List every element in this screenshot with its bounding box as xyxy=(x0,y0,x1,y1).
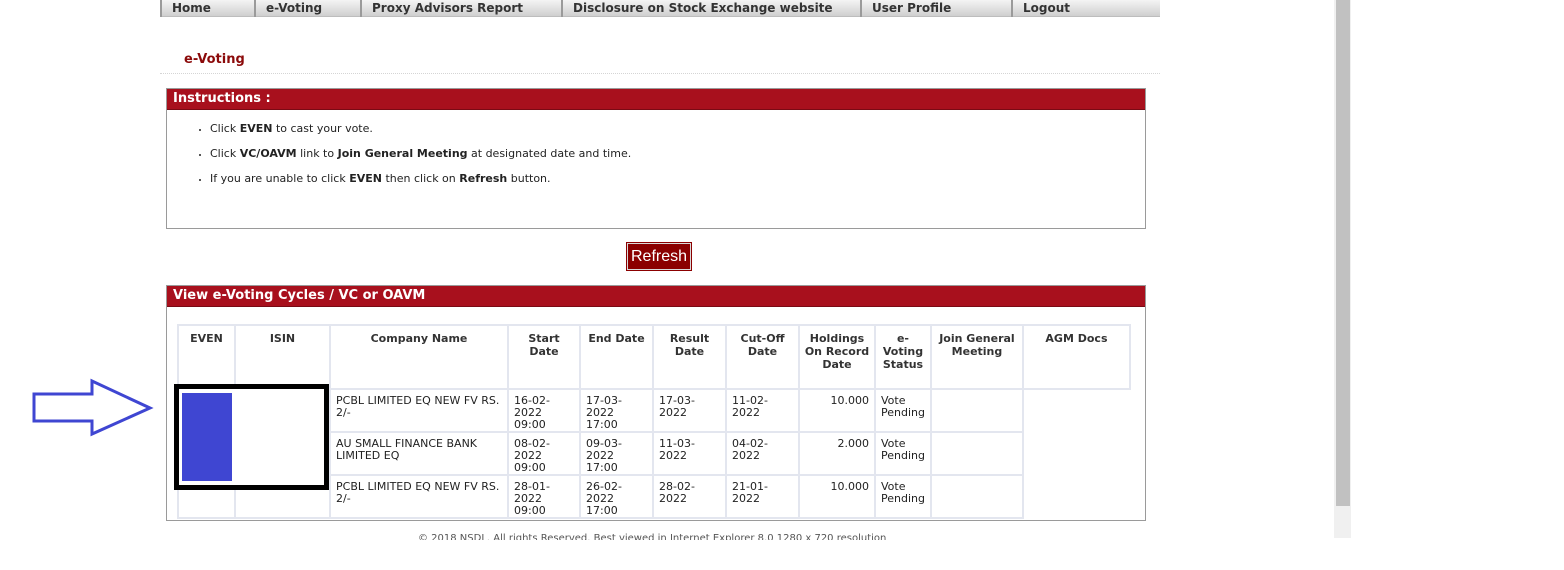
cutoff-date-cell: 04-02-2022 xyxy=(725,431,800,476)
scrollbar-thumb[interactable] xyxy=(1336,0,1350,506)
top-navigation: Home e-Voting Proxy Advisors Report Disc… xyxy=(160,0,1160,17)
col-header-agm-docs: AGM Docs xyxy=(1021,324,1131,390)
end-date-cell: 09-03-2022 17:00 xyxy=(579,431,654,476)
join-meeting-cell[interactable] xyxy=(929,474,1024,519)
result-date-cell: 17-03-2022 xyxy=(652,388,727,433)
col-header-isin: ISIN xyxy=(234,324,331,390)
cutoff-date-cell: 21-01-2022 xyxy=(725,474,800,519)
col-header-result-date: Result Date xyxy=(652,324,727,390)
status-cell: Vote Pending xyxy=(874,431,932,476)
holdings-cell: 10.000 xyxy=(798,474,876,519)
page-title: e-Voting xyxy=(184,52,245,67)
col-header-status: e-Voting Status xyxy=(874,324,932,390)
col-header-join-meeting: Join General Meeting xyxy=(929,324,1024,390)
instruction-item: If you are unable to click EVEN then cli… xyxy=(210,172,1145,185)
status-cell: Vote Pending xyxy=(874,388,932,433)
table-header-row: EVEN ISIN Company Name Start Date End Da… xyxy=(177,324,1131,390)
holdings-cell: 2.000 xyxy=(798,431,876,476)
refresh-button[interactable]: Refresh xyxy=(626,242,692,271)
status-cell: Vote Pending xyxy=(874,474,932,519)
col-header-start-date: Start Date xyxy=(507,324,581,390)
join-meeting-cell[interactable] xyxy=(929,388,1024,433)
instructions-title: Instructions : xyxy=(167,89,1145,110)
instruction-item: Click EVEN to cast your vote. xyxy=(210,122,1145,135)
company-cell: PCBL LIMITED EQ NEW FV RS. 2/- xyxy=(329,474,509,519)
holdings-cell: 10.000 xyxy=(798,388,876,433)
redaction-fill xyxy=(182,393,232,481)
result-date-cell: 28-02-2022 xyxy=(652,474,727,519)
agm-docs-cell xyxy=(1021,388,1130,518)
instruction-item: Click VC/OAVM link to Join General Meeti… xyxy=(210,147,1145,160)
col-header-cutoff-date: Cut-Off Date xyxy=(725,324,800,390)
footer-text: © 2018 NSDL. All rights Reserved. Best v… xyxy=(418,533,887,540)
heading-divider xyxy=(160,73,1160,74)
nav-e-voting[interactable]: e-Voting xyxy=(254,0,360,17)
voting-cycles-title: View e-Voting Cycles / VC or OAVM xyxy=(167,286,1145,307)
start-date-cell: 08-02-2022 09:00 xyxy=(507,431,581,476)
nav-disclosure-stock-exchange[interactable]: Disclosure on Stock Exchange website xyxy=(561,0,860,17)
annotation-arrow-icon xyxy=(32,378,154,437)
col-header-company-name: Company Name xyxy=(329,324,509,390)
nav-logout[interactable]: Logout xyxy=(1011,0,1160,17)
company-cell: PCBL LIMITED EQ NEW FV RS. 2/- xyxy=(329,388,509,433)
start-date-cell: 28-01-2022 09:00 xyxy=(507,474,581,519)
result-date-cell: 11-03-2022 xyxy=(652,431,727,476)
cutoff-date-cell: 11-02-2022 xyxy=(725,388,800,433)
nav-proxy-advisors-report[interactable]: Proxy Advisors Report xyxy=(360,0,561,17)
instructions-list: Click EVEN to cast your vote. Click VC/O… xyxy=(167,122,1145,185)
instructions-panel: Instructions : Click EVEN to cast your v… xyxy=(166,88,1146,229)
company-cell: AU SMALL FINANCE BANK LIMITED EQ xyxy=(329,431,509,476)
nav-home[interactable]: Home xyxy=(160,0,254,17)
end-date-cell: 17-03-2022 17:00 xyxy=(579,388,654,433)
start-date-cell: 16-02-2022 09:00 xyxy=(507,388,581,433)
end-date-cell: 26-02-2022 17:00 xyxy=(579,474,654,519)
col-header-end-date: End Date xyxy=(579,324,654,390)
join-meeting-cell[interactable] xyxy=(929,431,1024,476)
nav-user-profile[interactable]: User Profile xyxy=(860,0,1011,17)
col-header-even: EVEN xyxy=(177,324,236,390)
col-header-holdings: Holdings On Record Date xyxy=(798,324,876,390)
